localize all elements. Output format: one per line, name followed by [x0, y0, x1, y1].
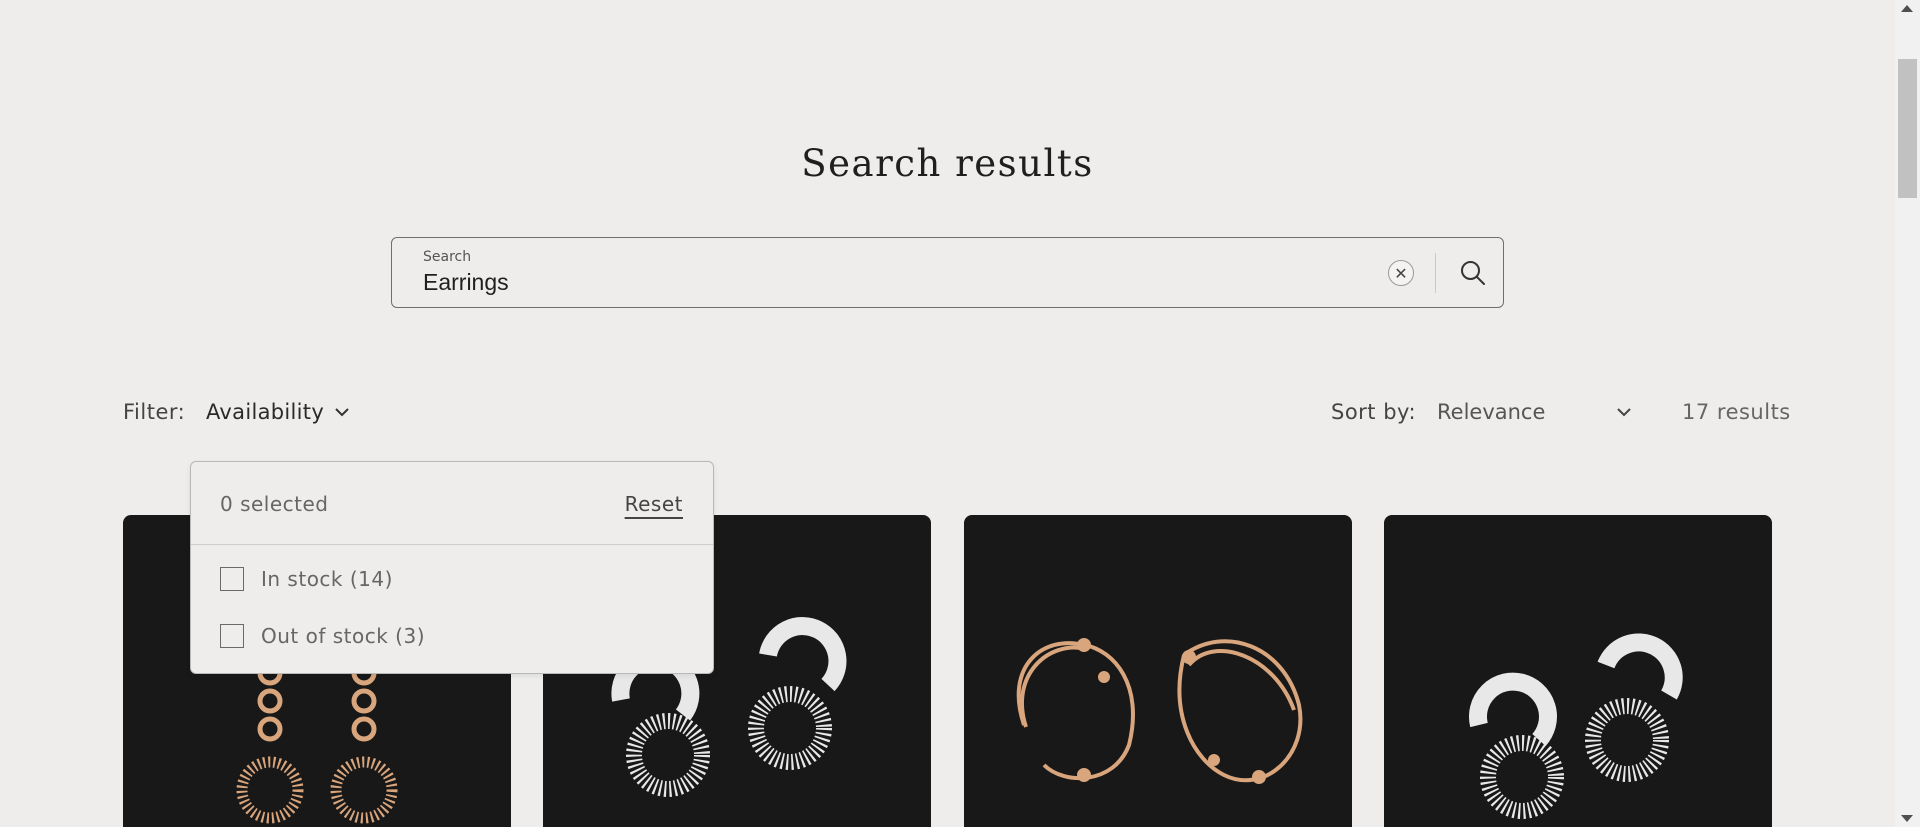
clear-search-button[interactable]: ✕ — [1388, 260, 1414, 286]
filter-label: Filter: — [123, 400, 186, 424]
reset-link[interactable]: Reset — [625, 492, 683, 516]
availability-filter-toggle[interactable]: Availability — [206, 400, 350, 424]
page-scrollbar[interactable] — [1895, 0, 1920, 827]
product-image-rose-gold-hoops — [1016, 638, 1303, 784]
search-divider — [1435, 253, 1436, 293]
scrollbar-thumb[interactable] — [1898, 59, 1917, 198]
page-title: Search results — [801, 142, 1094, 185]
option-in-stock[interactable]: In stock (14) — [220, 567, 393, 591]
dropdown-header: 0 selected Reset — [191, 462, 713, 545]
chevron-down-icon — [1617, 408, 1631, 417]
product-image-white-gold-earrings — [1468, 633, 1683, 819]
sort-label: Sort by: — [1331, 400, 1417, 424]
search-icon — [1461, 261, 1485, 285]
option-label: In stock (14) — [261, 567, 393, 591]
search-submit-button[interactable] — [1456, 256, 1490, 290]
result-count: 17 results — [1682, 400, 1791, 424]
scroll-up-arrow-icon[interactable] — [1901, 5, 1913, 12]
chevron-down-icon — [335, 408, 349, 417]
close-icon: ✕ — [1394, 263, 1408, 283]
selected-count: 0 selected — [220, 492, 329, 516]
option-out-of-stock[interactable]: Out of stock (3) — [220, 624, 425, 648]
out-of-stock-checkbox[interactable] — [220, 624, 244, 648]
product-card[interactable] — [964, 515, 1352, 827]
sort-select[interactable]: Relevance — [1437, 400, 1632, 424]
scroll-down-arrow-icon[interactable] — [1901, 815, 1913, 822]
availability-dropdown: 0 selected Reset In stock (14) Out of st… — [190, 461, 714, 674]
availability-label: Availability — [206, 400, 325, 424]
product-card[interactable] — [1384, 515, 1772, 827]
in-stock-checkbox[interactable] — [220, 567, 244, 591]
search-field[interactable]: Search Earrings ✕ — [391, 237, 1504, 308]
search-input[interactable]: Earrings — [423, 269, 509, 296]
option-label: Out of stock (3) — [261, 624, 426, 648]
sort-selected-value: Relevance — [1437, 400, 1546, 424]
search-label: Search — [423, 249, 472, 265]
